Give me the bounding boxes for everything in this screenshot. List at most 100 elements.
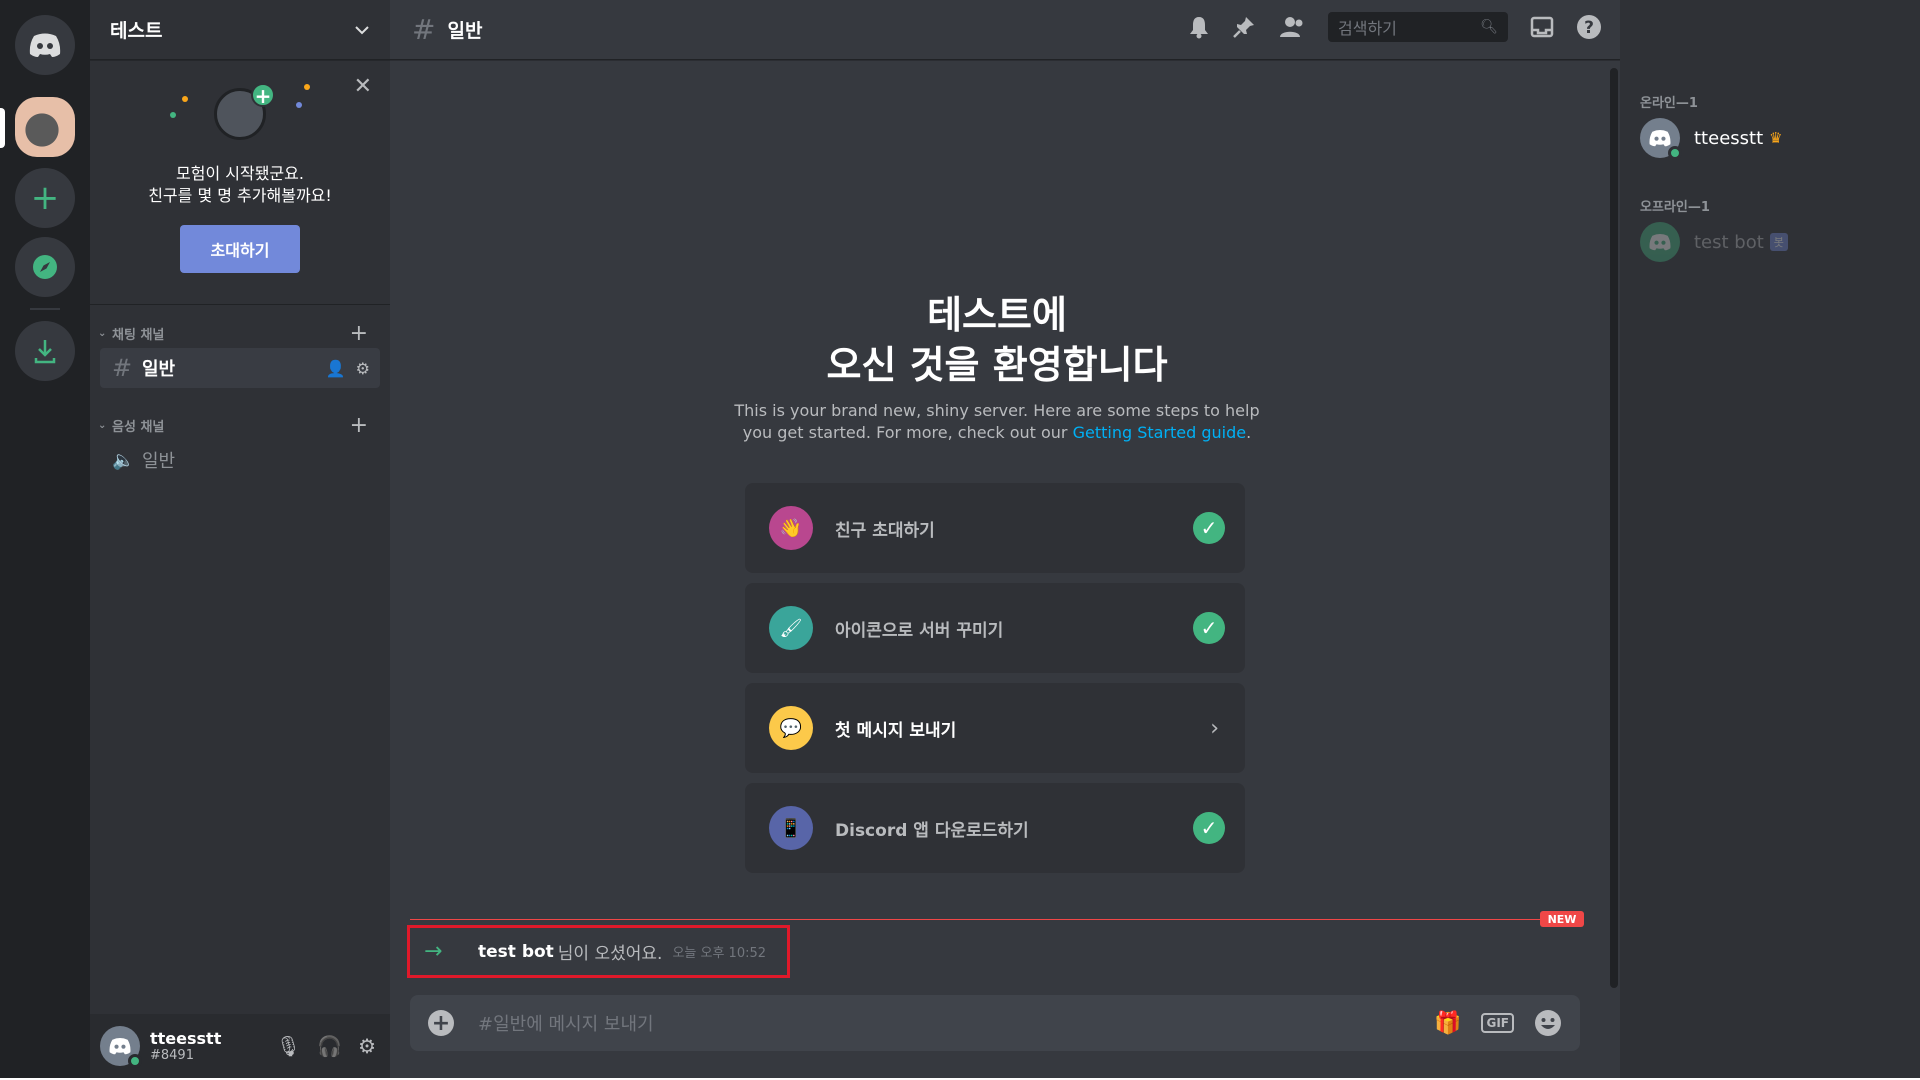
rail-separator	[30, 308, 60, 310]
create-channel-icon[interactable]: +	[350, 321, 368, 346]
discord-logo-icon	[109, 1038, 131, 1055]
user-panel: tteesstt #8491 🎙 🎧 ⚙	[90, 1014, 390, 1078]
phone-icon: 📱	[769, 806, 813, 850]
gear-icon[interactable]: ⚙	[356, 359, 370, 378]
hash-icon: #	[112, 354, 133, 382]
discord-logo-icon	[1649, 130, 1671, 147]
download-apps-button[interactable]	[15, 321, 75, 381]
welcome-desc-line2: you get started. For more, check out our	[742, 423, 1073, 442]
welcome-title-line2: 오신 것을 환영합니다	[826, 343, 1168, 387]
explore-servers-button[interactable]	[15, 237, 75, 297]
channel-header: # 일반 검색하기 🔍︎ ?	[390, 0, 1620, 60]
speaker-icon: 🔈	[112, 449, 135, 471]
chevron-right-icon: ›	[1210, 715, 1219, 741]
channel-name: 일반	[142, 451, 176, 472]
checkmark-icon: ✓	[1193, 612, 1225, 644]
channel-title: 일반	[447, 20, 483, 42]
category-label: 음성 채널	[112, 419, 165, 435]
gear-icon[interactable]: ⚙	[358, 1034, 376, 1058]
friend-avatar-illustration: +	[214, 83, 275, 140]
gift-icon[interactable]: 🎁	[1434, 1011, 1461, 1036]
checkmark-icon: ✓	[1193, 512, 1225, 544]
gif-button[interactable]: GIF	[1481, 1013, 1514, 1033]
help-icon[interactable]: ?	[1576, 14, 1602, 40]
server-icon-test[interactable]	[15, 97, 75, 157]
member-list: 온라인—1 tteesstt ♛ 오프라인—1 test bot 봇	[1620, 0, 1920, 1078]
new-messages-divider	[410, 919, 1580, 920]
close-icon[interactable]: ✕	[354, 74, 372, 99]
decoration-dot	[296, 102, 302, 108]
welcome-description: This is your brand new, shiny server. He…	[390, 400, 1604, 444]
scrollbar-thumb[interactable]	[1610, 68, 1618, 988]
join-arrow-icon: →	[424, 939, 443, 964]
brush-icon: 🖌	[769, 606, 813, 650]
invite-card-line2: 친구를 몇 명 추가해볼까요!	[148, 186, 332, 205]
add-server-button[interactable]: +	[15, 168, 75, 228]
message-input[interactable]: #일반에 메시지 보내기	[478, 1010, 654, 1036]
task-first-message[interactable]: 💬 첫 메시지 보내기 ›	[745, 683, 1245, 773]
task-label: 첫 메시지 보내기	[835, 720, 957, 741]
search-input[interactable]: 검색하기 🔍︎	[1328, 12, 1508, 42]
member-item[interactable]: test bot 봇	[1640, 222, 1788, 262]
username: tteesstt	[150, 1029, 222, 1048]
headphones-icon[interactable]: 🎧	[317, 1034, 342, 1058]
message-composer[interactable]: + #일반에 메시지 보내기 🎁 GIF	[410, 995, 1580, 1051]
pin-icon[interactable]	[1232, 15, 1256, 39]
online-section-header: 온라인—1	[1640, 96, 1698, 111]
task-customize-icon[interactable]: 🖌 아이콘으로 서버 꾸미기 ✓	[745, 583, 1245, 673]
create-channel-icon[interactable]: +	[350, 413, 368, 438]
welcome-title-line1: 테스트에	[927, 293, 1067, 337]
invite-member-icon[interactable]: 👤	[326, 359, 346, 378]
invite-card-line1: 모험이 시작됐군요.	[176, 164, 304, 183]
chevron-down-icon: ⌄	[98, 327, 107, 339]
system-join-message: → test bot 님이 오셨어요. 오늘 오후 10:52	[407, 925, 790, 978]
joined-user-name[interactable]: test bot	[478, 942, 554, 962]
emoji-icon[interactable]	[1534, 1009, 1562, 1037]
invite-friends-card: ✕ + 모험이 시작됐군요. 친구를 몇 명 추가해볼까요! 초대하기	[90, 60, 390, 305]
server-name: 테스트	[110, 20, 163, 42]
plus-icon: +	[30, 178, 60, 218]
search-icon: 🔍︎	[1480, 19, 1498, 35]
join-text: 님이 오셨어요.	[557, 944, 663, 964]
channel-name: 일반	[142, 359, 176, 380]
decoration-dot	[304, 84, 310, 90]
getting-started-link[interactable]: Getting Started guide	[1073, 423, 1247, 442]
channel-item-general[interactable]: # 일반 👤 ⚙	[100, 348, 380, 388]
online-status-indicator	[1668, 146, 1682, 160]
onboarding-tasks: 👋 친구 초대하기 ✓ 🖌 아이콘으로 서버 꾸미기 ✓ 💬 첫 메시지 보내기…	[745, 483, 1245, 883]
member-list-icon[interactable]	[1278, 15, 1306, 39]
new-badge: NEW	[1540, 911, 1584, 927]
discord-logo-icon	[1649, 234, 1671, 251]
home-button[interactable]	[15, 15, 75, 75]
avatar[interactable]	[100, 1026, 142, 1068]
mute-mic-icon[interactable]: 🎙	[276, 1034, 301, 1058]
message-timestamp: 오늘 오후 10:52	[672, 946, 767, 961]
offline-section-header: 오프라인—1	[1640, 200, 1710, 215]
invite-button[interactable]: 초대하기	[180, 225, 300, 273]
server-rail: +	[0, 0, 90, 1078]
chat-scrollbar[interactable]	[1608, 68, 1620, 988]
decoration-dot	[170, 112, 176, 118]
crown-icon: ♛	[1769, 129, 1783, 147]
task-download-app[interactable]: 📱 Discord 앱 다운로드하기 ✓	[745, 783, 1245, 873]
invite-icon: 👋	[769, 506, 813, 550]
category-text-channels[interactable]: ⌄ 채팅 채널 +	[90, 321, 390, 346]
task-invite-friends[interactable]: 👋 친구 초대하기 ✓	[745, 483, 1245, 573]
task-label: 아이콘으로 서버 꾸미기	[835, 620, 1004, 641]
hash-icon: #	[412, 13, 436, 46]
inbox-icon[interactable]	[1530, 15, 1554, 39]
attach-plus-icon[interactable]: +	[428, 1010, 454, 1036]
message-icon: 💬	[769, 706, 813, 750]
avatar	[1640, 222, 1680, 262]
voice-channel-general[interactable]: 🔈 일반	[100, 440, 380, 480]
server-header[interactable]: 테스트	[90, 0, 390, 60]
add-friend-plus-icon: +	[251, 83, 275, 107]
chat-area: # 일반 검색하기 🔍︎ ? 테스트에 오신 것을 환영합니다 This is …	[390, 0, 1620, 1078]
bell-icon[interactable]	[1188, 15, 1210, 39]
category-voice-channels[interactable]: ⌄ 음성 채널 +	[90, 413, 390, 438]
svg-text:?: ?	[1584, 18, 1594, 38]
discord-app: + 테스트 ✕ + 모험이 시작됐군요. 친구를 몇 명 추가해볼까요! 초대하…	[0, 0, 1920, 1078]
decoration-dot	[182, 96, 188, 102]
task-label: 친구 초대하기	[835, 520, 935, 541]
member-item[interactable]: tteesstt ♛	[1640, 118, 1783, 160]
